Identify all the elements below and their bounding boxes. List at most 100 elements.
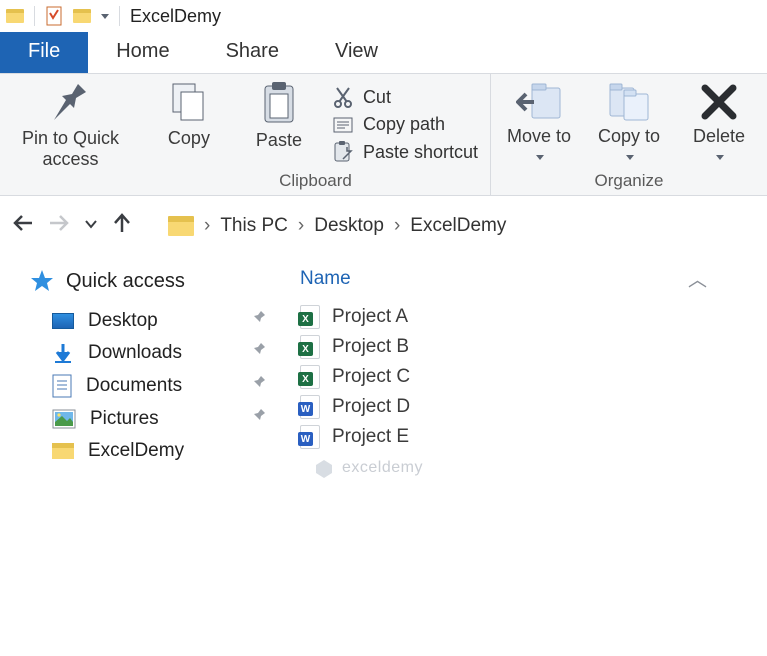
paste-shortcut-icon [333,141,353,163]
scissors-icon [333,86,353,108]
delete-x-icon [699,82,739,122]
cut-label: Cut [363,87,391,108]
star-icon [30,269,54,293]
file-item[interactable]: X Project B [300,332,757,362]
up-button[interactable] [112,212,132,239]
ribbon-group-clipboard: Copy Paste Cut Copy path [141,74,491,195]
properties-icon[interactable] [45,6,63,26]
ribbon-tabs: File Home Share View [0,32,767,73]
ribbon-group-pin: Pin to Quick access [0,74,141,195]
sidebar-item-documents[interactable]: Documents [30,369,282,403]
move-to-icon [516,82,562,122]
divider [34,6,35,26]
sidebar-item-label: Downloads [88,342,182,364]
explorer-body: Quick access Desktop Downloads Documents Pi… [0,255,767,482]
copy-path-icon [333,117,353,133]
qat-dropdown-icon[interactable] [101,14,109,19]
ribbon-group-organize: Move to Copy to Delete Organize [491,74,767,195]
pin-label: Pin to Quick access [12,128,129,169]
breadcrumb-item[interactable]: This PC [220,215,288,237]
chevron-right-icon[interactable]: › [394,215,400,237]
clipboard-group-label: Clipboard [279,171,352,191]
breadcrumb-item[interactable]: Desktop [314,215,384,237]
file-item[interactable]: WProject E [300,422,757,452]
file-name: Project C [332,366,410,388]
pin-icon [250,375,266,391]
chevron-down-icon [536,155,544,160]
chevron-right-icon[interactable]: › [298,215,304,237]
tab-home[interactable]: Home [88,32,197,73]
quick-access-label: Quick access [66,270,185,293]
cut-button[interactable]: Cut [333,86,478,108]
column-header-name[interactable]: Name [300,268,351,290]
file-item[interactable]: X Project C [300,362,757,392]
chevron-right-icon[interactable]: › [204,215,210,237]
paste-shortcut-label: Paste shortcut [363,142,478,163]
copy-to-button[interactable]: Copy to [593,82,665,167]
pin-icon [250,310,266,326]
sidebar-item-pictures[interactable]: Pictures [30,403,282,435]
navigation-pane: Quick access Desktop Downloads Documents Pi… [0,255,290,482]
paste-button[interactable]: Paste [243,82,315,151]
sidebar-item-exceldemy[interactable]: ExcelDemy [30,435,282,467]
paste-shortcut-button[interactable]: Paste shortcut [333,141,478,163]
move-to-label: Move to [507,126,571,146]
sidebar-item-label: Pictures [90,408,159,430]
folder-icon [52,443,74,459]
pinned-indicator [250,310,266,332]
file-name: Project D [332,396,410,418]
pin-to-quick-access-button[interactable]: Pin to Quick access [12,82,129,169]
quick-access-header[interactable]: Quick access [30,269,282,293]
desktop-icon [52,313,74,329]
file-explorer-window: ExcelDemy File Home Share View Pin to Qu… [0,0,767,482]
excel-file-icon: X [300,335,320,359]
move-to-button[interactable]: Move to [503,82,575,167]
delete-button[interactable]: Delete [683,82,755,167]
recent-locations-button[interactable] [84,216,98,236]
chevron-up-icon[interactable]: ︿ [688,265,707,292]
copy-button[interactable]: Copy [153,82,225,149]
copy-to-icon [606,82,652,122]
excel-file-icon: X [300,305,320,329]
folder-icon [6,9,24,23]
sidebar-item-label: Desktop [88,310,158,332]
copy-to-label: Copy to [598,126,660,146]
download-icon [52,342,74,364]
chevron-down-icon [716,155,724,160]
copy-icon [169,82,209,124]
sidebar-item-downloads[interactable]: Downloads [30,337,282,369]
pin-icon [52,82,88,124]
sidebar-item-desktop[interactable]: Desktop [30,305,282,337]
navigation-bar: › This PC › Desktop › ExcelDemy [0,196,767,255]
tab-view[interactable]: View [307,32,406,73]
pin-icon [250,342,266,358]
organize-group-label: Organize [595,171,664,191]
delete-label: Delete [693,126,745,146]
excel-file-icon: X [300,365,320,389]
paste-label: Paste [256,130,302,151]
paste-icon [261,82,297,126]
pinned-indicator [250,342,266,364]
copy-path-button[interactable]: Copy path [333,114,478,135]
file-list: Name ︿ XProject AXProject BXProject CWPr… [290,255,767,482]
back-button[interactable] [12,213,34,238]
breadcrumb[interactable]: › This PC › Desktop › ExcelDemy [168,215,506,237]
divider [119,6,120,26]
new-folder-icon[interactable] [73,9,91,23]
file-item[interactable]: XProject A [300,302,757,332]
copy-label: Copy [168,128,210,149]
sidebar-item-label: ExcelDemy [88,440,184,462]
file-name: Project E [332,426,409,448]
forward-button [48,213,70,238]
clipboard-small-buttons: Cut Copy path Paste shortcut [333,82,478,163]
file-item[interactable]: WProject D [300,392,757,422]
copy-path-label: Copy path [363,114,445,135]
watermark: exceldemy [300,452,757,478]
tab-file[interactable]: File [0,32,88,73]
column-header-row[interactable]: Name ︿ [300,259,757,302]
folder-icon [168,216,194,236]
file-name: Project B [332,336,409,358]
sidebar-item-label: Documents [86,375,182,397]
tab-share[interactable]: Share [198,32,307,73]
breadcrumb-item[interactable]: ExcelDemy [410,215,506,237]
